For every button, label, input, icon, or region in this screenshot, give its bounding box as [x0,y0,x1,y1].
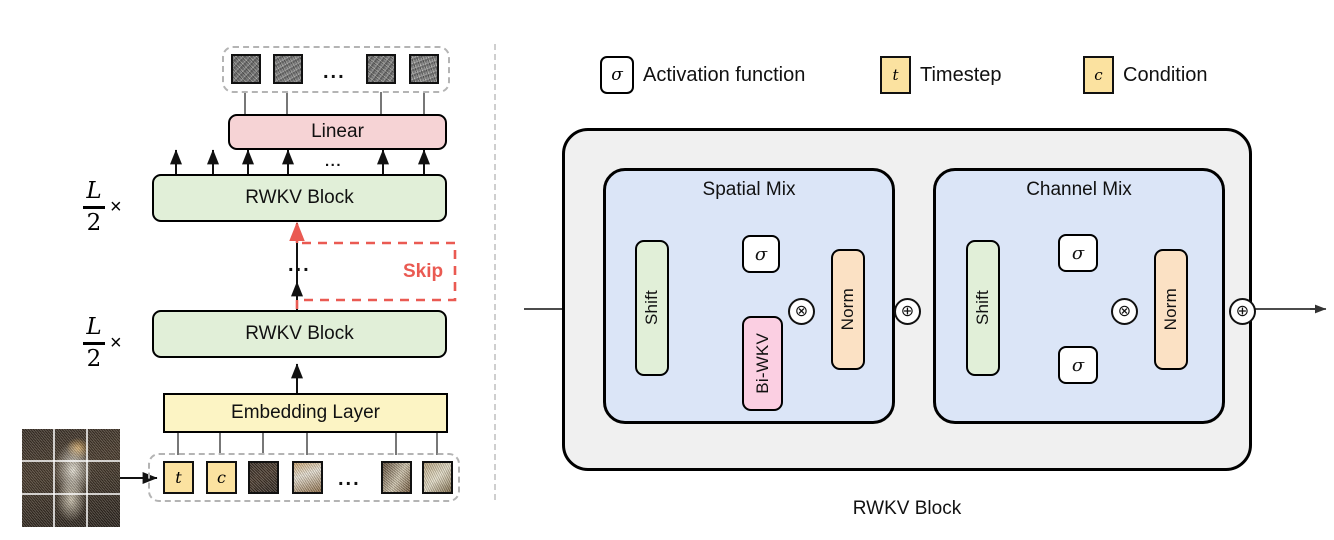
sigma-glyph: σ [611,65,623,85]
channel-shift-block[interactable]: Shift [966,240,1000,376]
linear-block[interactable]: Linear [228,114,447,150]
rwkv-block-top-label: RWKV Block [245,187,354,208]
channel-norm-block[interactable]: Norm [1154,249,1188,370]
spatial-multiply-icon: ⊗ [788,298,815,325]
image-patch-token [292,461,323,494]
timestep-glyph: t [892,66,899,84]
repeat-top-times: × [110,195,122,218]
channel-sigma-bottom-label: σ [1071,354,1085,376]
spatial-shift-block[interactable]: Shift [635,240,669,376]
channel-norm-label: Norm [1161,288,1180,331]
skip-label: Skip [403,261,444,282]
repeat-top-denominator: 2 [86,209,102,236]
input-token-ellipsis: ... [338,468,361,490]
legend-timestep: t Timestep [880,56,1002,94]
source-image-patch-grid [22,429,120,527]
stack-ellipsis: ... [288,254,311,276]
condition-token-label: c [217,468,226,487]
fraction-bar [83,206,105,209]
channel-mix-title: Channel Mix [1026,179,1132,200]
repeat-count-bottom: L 2 × [83,316,122,371]
repeat-bottom-times: × [110,331,122,354]
bi-wkv-block[interactable]: Bi-WKV [742,316,783,411]
sigma-icon: σ [600,56,634,94]
output-token-ellipsis: ... [323,61,346,83]
timestep-token-label: t [175,468,182,487]
output-noise-patch [273,54,303,84]
linear-label: Linear [311,121,364,142]
rwkv-block-top[interactable]: RWKV Block [152,174,447,222]
repeat-count-top: L 2 × [83,180,122,235]
channel-add-icon: ⊕ [1229,298,1256,325]
legend-condition-label: Condition [1123,63,1208,86]
add-glyph: ⊕ [900,302,915,320]
condition-token-icon: c [1083,56,1114,94]
multiply-glyph: ⊗ [1117,302,1132,320]
token-arrow-ellipsis: ... [325,153,343,170]
spatial-add-icon: ⊕ [894,298,921,325]
timestep-token[interactable]: t [163,461,194,494]
legend-activation-function: σ Activation function [600,56,805,94]
repeat-top-numerator: L [86,178,102,204]
channel-sigma-top-block[interactable]: σ [1058,234,1098,272]
panel-divider [494,44,496,500]
fraction-bar [83,342,105,345]
output-noise-patch [231,54,261,84]
spatial-mix-title: Spatial Mix [702,179,796,200]
embedding-layer-block[interactable]: Embedding Layer [163,393,448,433]
rwkv-block-bottom[interactable]: RWKV Block [152,310,447,358]
image-patch-token [381,461,412,494]
legend-timestep-label: Timestep [920,63,1002,86]
rwkv-block-bottom-label: RWKV Block [245,323,354,344]
repeat-bottom-denominator: 2 [86,345,102,372]
legend-activation-label: Activation function [643,63,806,86]
image-patch-token [248,461,279,494]
repeat-bottom-numerator: L [86,314,102,340]
channel-multiply-icon: ⊗ [1111,298,1138,325]
timestep-token-icon: t [880,56,911,94]
channel-sigma-top-label: σ [1071,242,1085,264]
channel-shift-label: Shift [973,290,992,326]
spatial-norm-block[interactable]: Norm [831,249,865,370]
output-noise-patch [409,54,439,84]
image-patch-token [422,461,453,494]
spatial-sigma-block[interactable]: σ [742,235,780,273]
spatial-shift-label: Shift [642,290,661,326]
rwkv-block-caption: RWKV Block [852,498,962,519]
channel-sigma-bottom-block[interactable]: σ [1058,346,1098,384]
condition-token[interactable]: c [206,461,237,494]
legend-condition: c Condition [1083,56,1208,94]
output-noise-patch [366,54,396,84]
bi-wkv-label: Bi-WKV [752,333,772,394]
condition-glyph: c [1094,66,1103,84]
embedding-layer-label: Embedding Layer [231,402,380,423]
add-glyph: ⊕ [1235,302,1250,320]
spatial-sigma-label: σ [754,243,768,265]
spatial-norm-label: Norm [838,288,857,331]
multiply-glyph: ⊗ [794,302,809,320]
